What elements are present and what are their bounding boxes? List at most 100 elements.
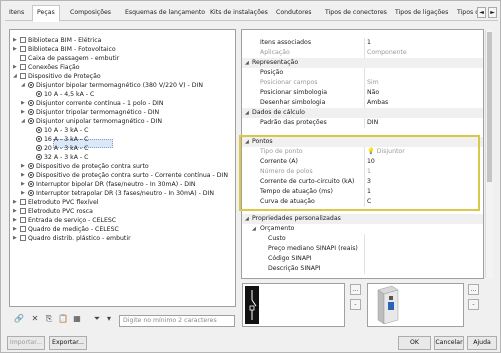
collapse-icon[interactable]: ◢: [21, 81, 28, 90]
tree-item[interactable]: ▶ Disjuntor corrente contínua - 1 polo - …: [21, 99, 164, 108]
collapse-icon[interactable]: ◢: [13, 72, 20, 81]
tree-item[interactable]: 16 A - 3 kA - C: [29, 135, 88, 144]
expand-icon[interactable]: ▶: [21, 189, 28, 198]
prop-row-corrente[interactable]: Corrente (A) 10: [242, 157, 483, 167]
tree-item[interactable]: 32 A - 3 kA - C: [29, 153, 88, 162]
tree-item[interactable]: Caixa de passagem - embutir: [13, 54, 119, 63]
expand-icon[interactable]: ▶: [21, 99, 28, 108]
tree-item[interactable]: ▶ Entrada de serviço - CELESC: [13, 216, 116, 225]
tree-item[interactable]: ▶ Biblioteca BIM - Elétrica: [13, 36, 101, 45]
prop-row-custo[interactable]: Custo: [242, 234, 483, 244]
tree-item[interactable]: ◢ Disjuntor bipolar termomagnético (380 V…: [21, 81, 203, 90]
expand-icon[interactable]: ▶: [21, 180, 28, 189]
tree-item[interactable]: ◢ Disjuntor unipolar termomagnético - DIN: [21, 117, 162, 126]
folder-checkbox-icon[interactable]: [20, 234, 26, 241]
tab-esquemas-de-lancamento[interactable]: Esquemas de lançamento: [121, 6, 209, 21]
tab-composicoes[interactable]: Composições: [66, 6, 115, 21]
folder-checkbox-icon[interactable]: [20, 72, 26, 79]
collapse-icon[interactable]: ◢: [252, 224, 256, 234]
folder-checkbox-icon[interactable]: [20, 225, 26, 232]
ok-button[interactable]: OK: [398, 336, 431, 350]
search-input[interactable]: Digite no mínimo 2 caracteres: [119, 315, 235, 327]
delete-icon[interactable]: ✕: [29, 313, 41, 325]
expand-icon[interactable]: ▶: [13, 36, 20, 45]
tree-item[interactable]: ▶ Dispositivo de proteção contra surto: [21, 162, 149, 171]
prop-category-dados-de-calculo[interactable]: ◢ Dados de cálculo: [242, 108, 483, 118]
tree-item[interactable]: 10 A - 3 kA - C: [29, 126, 88, 135]
expand-icon[interactable]: ▶: [13, 45, 20, 54]
tree-item[interactable]: ▶ Interruptor tetrapolar DR (3 fases/neut…: [21, 189, 214, 198]
paste-icon[interactable]: 📋: [57, 313, 69, 325]
prop-category-propriedades-personalizadas[interactable]: ◢ Propriedades personalizadas: [242, 214, 483, 224]
expand-icon[interactable]: ▶: [13, 207, 20, 216]
folder-checkbox-icon[interactable]: [20, 54, 26, 61]
prop-row-corrente-de-curto-circuito[interactable]: Corrente de curto-circuito (kA) 3: [242, 177, 483, 187]
filter-icon[interactable]: ⏷: [91, 313, 103, 325]
prop-row-tempo-de-atuacao[interactable]: Tempo de atuação (ms) 1: [242, 187, 483, 197]
tree-item[interactable]: ▶ Eletroduto PVC rosca: [13, 207, 93, 216]
expand-icon[interactable]: ▶: [13, 216, 20, 225]
prop-category-pontos[interactable]: ◢ Pontos: [242, 137, 483, 147]
tree-item[interactable]: ▶ Conexões Fiação: [13, 63, 80, 72]
prop-row-descricao-sinapi[interactable]: Descrição SINAPI: [242, 264, 483, 274]
tree-item[interactable]: ▶ Eletroduto PVC flexível: [13, 198, 99, 207]
model-browse-button[interactable]: ...: [468, 284, 479, 295]
expand-icon[interactable]: ▶: [13, 198, 20, 207]
expand-icon[interactable]: ▶: [21, 162, 28, 171]
expand-icon[interactable]: ▶: [21, 108, 28, 117]
parts-tree[interactable]: ▶ Biblioteca BIM - Elétrica ▶ Biblioteca B…: [9, 29, 236, 307]
link-icon[interactable]: 🔗: [13, 313, 25, 325]
tree-item[interactable]: ▶ Biblioteca BIM - Fotovoltaico: [13, 45, 116, 54]
tree-item[interactable]: ◢ Dispositivo de Proteção: [13, 72, 101, 81]
cancel-button[interactable]: Cancelar: [434, 336, 464, 350]
folder-checkbox-icon[interactable]: [20, 63, 26, 70]
prop-row-codigo-sinapi[interactable]: Código SINAPI: [242, 254, 483, 264]
tab-scroll-right-button[interactable]: ►: [488, 7, 497, 18]
folder-checkbox-icon[interactable]: [20, 216, 26, 223]
folder-checkbox-icon[interactable]: [20, 198, 26, 205]
import-button[interactable]: Importar...: [7, 336, 45, 350]
prop-category-representacao[interactable]: ◢ Representação: [242, 58, 483, 68]
prop-row-posicionar-simbologia[interactable]: Posicionar simbologia Não: [242, 88, 483, 98]
tree-item[interactable]: ▶ Quadro de medição - CELESC: [13, 225, 119, 234]
expand-icon[interactable]: ▶: [13, 225, 20, 234]
tab-tipos-de-ligacoes[interactable]: Tipos de ligações: [391, 6, 452, 21]
collapse-icon[interactable]: ◢: [245, 108, 249, 118]
grid-icon[interactable]: ▦: [71, 313, 83, 325]
prop-row-padrao-das-protecoes[interactable]: Padrão das proteções DIN: [242, 118, 483, 128]
dropdown-icon[interactable]: ▾: [103, 313, 115, 325]
tree-item[interactable]: ▶ Interruptor bipolar DR (fase/neutro - I…: [21, 180, 196, 189]
model-remove-button[interactable]: -: [468, 299, 479, 310]
tree-item[interactable]: ▶ Dispositivo de proteção contra surto - …: [21, 171, 228, 180]
collapse-icon[interactable]: ◢: [21, 117, 28, 126]
expand-icon[interactable]: ▶: [13, 234, 20, 243]
folder-checkbox-icon[interactable]: [20, 36, 26, 43]
properties-scrollbar[interactable]: [485, 30, 493, 278]
folder-checkbox-icon[interactable]: [20, 207, 26, 214]
prop-row-curva-de-atuacao[interactable]: Curva de atuação C: [242, 197, 483, 207]
help-button[interactable]: Ajuda: [467, 336, 497, 350]
symbol-browse-button[interactable]: ...: [350, 284, 361, 295]
tab-tipos-de-conectores[interactable]: Tipos de conectores: [321, 6, 391, 21]
tab-kits-de-instalacoes[interactable]: Kits de instalações: [206, 6, 272, 21]
tree-item[interactable]: 20 A - 3 kA - C: [29, 144, 88, 153]
prop-row-preco-sinapi[interactable]: Preço mediano SINAPI (reais): [242, 244, 483, 254]
tab-condutores[interactable]: Condutores: [272, 6, 316, 21]
tree-item[interactable]: ▶ Quadro distrib. plástico - embutir: [13, 234, 131, 243]
folder-checkbox-icon[interactable]: [20, 45, 26, 52]
tree-item[interactable]: 10 A - 4,5 kA - C: [29, 90, 94, 99]
prop-row-itens-associados[interactable]: Itens associados 1: [242, 38, 483, 48]
tab-scroll-left-button[interactable]: ◄: [477, 7, 486, 18]
prop-row-desenhar-simbologia[interactable]: Desenhar simbologia Ambas: [242, 98, 483, 108]
symbol-remove-button[interactable]: -: [350, 299, 361, 310]
prop-category-orcamento[interactable]: ◢ Orçamento: [242, 224, 483, 234]
collapse-icon[interactable]: ◢: [245, 58, 249, 68]
tab-itens[interactable]: Itens: [5, 6, 28, 21]
collapse-icon[interactable]: ◢: [245, 214, 249, 224]
expand-icon[interactable]: ▶: [21, 171, 28, 180]
collapse-icon[interactable]: ◢: [245, 137, 249, 147]
expand-icon[interactable]: ▶: [13, 63, 20, 72]
tree-item[interactable]: ▶ Disjuntor tripolar termomagnético - DIN: [21, 108, 159, 117]
copy-icon[interactable]: ⎘: [43, 313, 55, 325]
tab-pecas[interactable]: Peças: [32, 5, 60, 22]
